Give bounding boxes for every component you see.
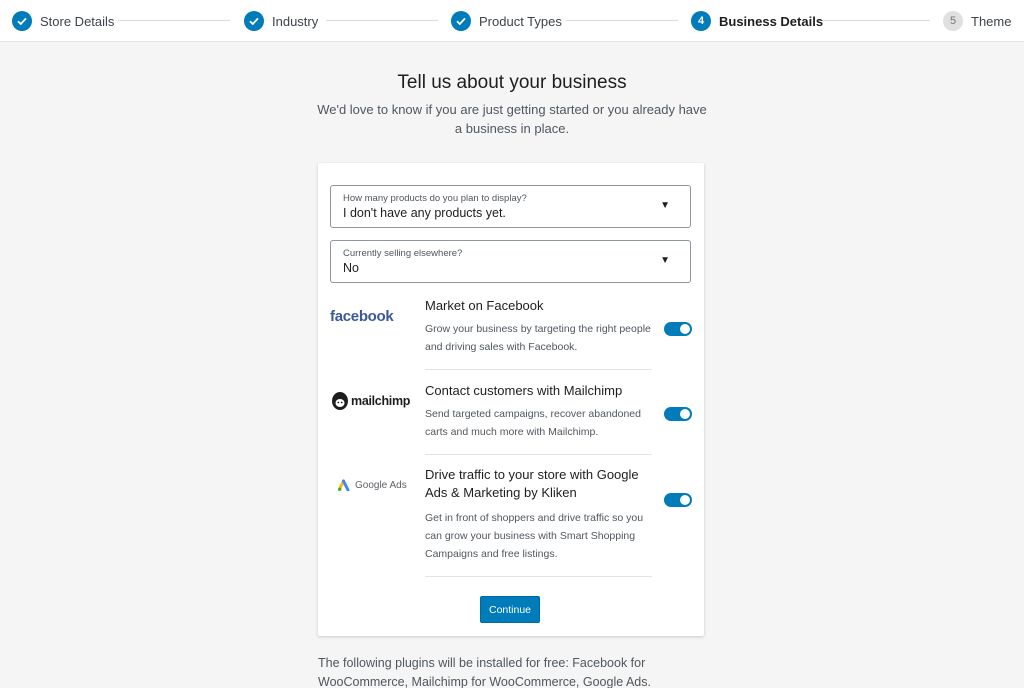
- step-number: 4: [691, 11, 711, 31]
- extension-facebook: facebook Market on Facebook Grow your bu…: [330, 295, 692, 370]
- check-icon: [451, 11, 471, 31]
- facebook-toggle[interactable]: [664, 322, 692, 336]
- extension-title: Drive traffic to your store with Google …: [425, 467, 639, 500]
- facebook-logo-text: facebook: [330, 307, 394, 325]
- step-connector: [326, 20, 438, 21]
- step-connector: [566, 20, 678, 21]
- check-icon: [12, 11, 32, 31]
- divider: [425, 454, 652, 455]
- continue-button[interactable]: Continue: [480, 596, 540, 623]
- step-number: 5: [943, 11, 963, 31]
- step-industry[interactable]: Industry: [244, 10, 318, 32]
- select-label: How many products do you plan to display…: [343, 193, 527, 204]
- plugins-install-note: The following plugins will be installed …: [318, 656, 651, 688]
- extension-title: Contact customers with Mailchimp: [425, 383, 623, 398]
- toggle-knob: [680, 409, 690, 419]
- step-business-details[interactable]: 4 Business Details: [691, 10, 823, 32]
- divider: [425, 369, 652, 370]
- mailchimp-logo-text: mailchimp: [351, 394, 411, 408]
- page-subtitle: We'd love to know if you are just gettin…: [317, 102, 707, 136]
- caret-down-icon: ▼: [660, 200, 670, 211]
- mailchimp-toggle[interactable]: [664, 407, 692, 421]
- mailchimp-logo: mailchimp: [330, 388, 414, 414]
- extension-title: Market on Facebook: [425, 298, 544, 313]
- step-label: Store Details: [40, 13, 115, 29]
- page-title: Tell us about your business: [397, 72, 627, 93]
- selling-elsewhere-select[interactable]: Currently selling elsewhere? No ▼: [330, 240, 691, 283]
- step-connector: [818, 20, 930, 21]
- select-label: Currently selling elsewhere?: [343, 248, 463, 259]
- extension-description: Grow your business by targeting the righ…: [425, 323, 651, 353]
- step-label: Theme: [971, 13, 1012, 29]
- divider: [425, 576, 652, 577]
- google-ads-icon: [338, 479, 350, 491]
- google-ads-logo: Google Ads: [338, 477, 422, 493]
- extension-description: Get in front of shoppers and drive traff…: [425, 512, 644, 560]
- step-product-types[interactable]: Product Types: [451, 10, 562, 32]
- google-ads-logo-text: Google Ads: [355, 479, 407, 491]
- step-label: Product Types: [479, 13, 562, 29]
- mailchimp-monkey-icon: [332, 392, 348, 410]
- setup-stepper: Store Details Industry Product Types 4 B…: [0, 0, 1024, 42]
- google-ads-toggle[interactable]: [664, 493, 692, 507]
- caret-down-icon: ▼: [660, 255, 670, 266]
- extension-google-ads: Google Ads Drive traffic to your store w…: [330, 465, 692, 577]
- step-store-details[interactable]: Store Details: [12, 10, 114, 32]
- facebook-logo: facebook: [330, 307, 414, 325]
- step-theme[interactable]: 5 Theme: [943, 10, 1011, 32]
- products-count-select[interactable]: How many products do you plan to display…: [330, 185, 691, 228]
- toggle-knob: [680, 495, 690, 505]
- extension-description: Send targeted campaigns, recover abandon…: [425, 408, 641, 438]
- step-label: Industry: [272, 13, 319, 29]
- toggle-knob: [680, 324, 690, 334]
- select-value: No: [343, 261, 359, 275]
- extension-mailchimp: mailchimp Contact customers with Mailchi…: [330, 380, 692, 455]
- business-details-card: How many products do you plan to display…: [318, 163, 704, 636]
- step-connector: [118, 20, 230, 21]
- select-value: I don't have any products yet.: [343, 206, 506, 220]
- check-icon: [244, 11, 264, 31]
- step-label: Business Details: [719, 13, 824, 29]
